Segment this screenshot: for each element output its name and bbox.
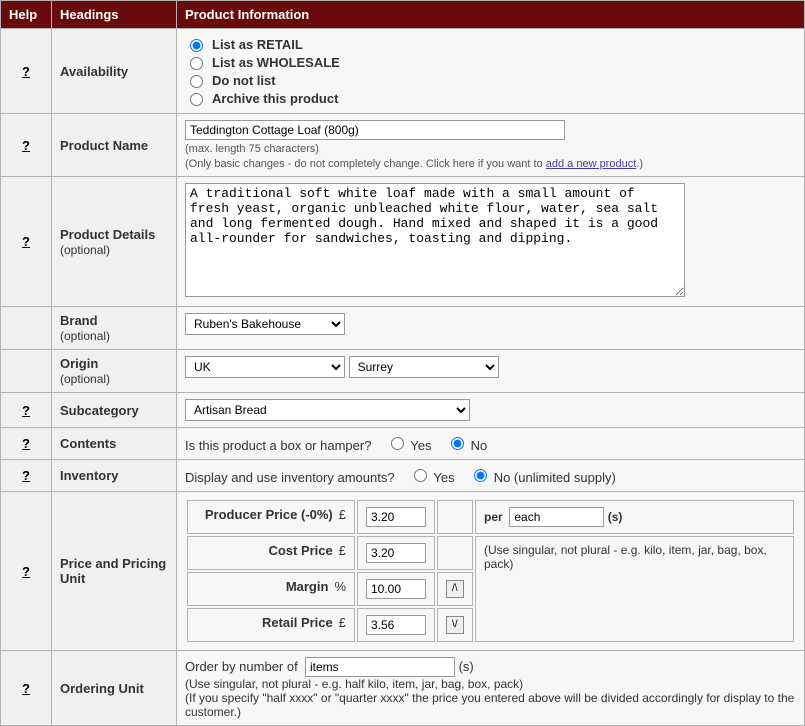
heading-availability: Availability [52,29,177,114]
producer-price-label: Producer Price (-0%) [205,507,333,522]
availability-archive-radio[interactable] [190,93,203,106]
heading-product-details: Product Details [60,227,155,242]
ordering-unit-input[interactable] [305,657,455,677]
currency-symbol: £ [333,615,346,630]
availability-donotlist-label: Do not list [212,73,276,88]
margin-label: Margin [286,579,329,594]
inventory-question: Display and use inventory amounts? [185,470,395,485]
currency-symbol: £ [333,507,346,522]
availability-retail-radio[interactable] [190,39,203,52]
retail-price-label: Retail Price [262,615,333,630]
per-suffix: (s) [608,510,623,524]
availability-wholesale-label: List as WHOLESALE [212,55,340,70]
cost-price-label: Cost Price [268,543,332,558]
product-name-input[interactable] [185,120,565,140]
contents-no-radio[interactable] [451,437,464,450]
heading-ordering: Ordering Unit [52,651,177,726]
brand-optional: (optional) [60,329,110,343]
contents-yes-radio[interactable] [391,437,404,450]
heading-brand: Brand [60,313,98,328]
contents-yes-label: Yes [410,438,431,453]
heading-product-name: Product Name [52,114,177,177]
ordering-order-by: Order by number of [185,659,298,674]
product-details-textarea[interactable] [185,183,685,297]
ordering-hint2: (If you specify "half xxxx" or "quarter … [185,691,796,719]
ordering-suffix: (s) [459,659,474,674]
heading-contents: Contents [52,428,177,460]
per-unit-input[interactable] [509,507,604,527]
heading-pricing: Price and Pricing Unit [52,492,177,651]
help-icon[interactable]: ? [22,564,30,579]
inventory-yes-label: Yes [433,470,454,485]
contents-question: Is this product a box or hamper? [185,438,371,453]
inventory-no-radio[interactable] [474,469,487,482]
margin-step-down-button[interactable]: \/ [446,616,464,634]
product-name-hint-basic: (Only basic changes - do not completely … [185,158,546,170]
help-icon[interactable]: ? [22,403,30,418]
heading-inventory: Inventory [52,460,177,492]
help-icon[interactable]: ? [22,468,30,483]
percent-symbol: % [328,579,346,594]
product-name-hint-max: (max. length 75 characters) [185,143,796,155]
per-hint: (Use singular, not plural - e.g. kilo, i… [475,536,794,642]
help-icon[interactable]: ? [22,138,30,153]
inventory-no-label: No (unlimited supply) [494,470,616,485]
margin-step-up-button[interactable]: /\ [446,580,464,598]
retail-price-input[interactable] [366,615,426,635]
availability-donotlist-radio[interactable] [190,75,203,88]
availability-retail-label: List as RETAIL [212,37,303,52]
cost-price-input[interactable] [366,543,426,563]
add-new-product-link[interactable]: add a new product [546,158,637,170]
help-icon[interactable]: ? [22,681,30,696]
availability-wholesale-radio[interactable] [190,57,203,70]
header-product-info: Product Information [177,1,805,29]
margin-input[interactable] [366,579,426,599]
subcategory-select[interactable]: Artisan Bread [185,399,470,421]
contents-no-label: No [471,438,488,453]
help-icon[interactable]: ? [22,234,30,249]
currency-symbol: £ [333,543,346,558]
header-headings: Headings [52,1,177,29]
per-label: per [484,510,503,524]
product-details-optional: (optional) [60,243,110,257]
availability-archive-label: Archive this product [212,91,338,106]
origin-country-select[interactable]: UK [185,356,345,378]
brand-select[interactable]: Ruben's Bakehouse [185,313,345,335]
product-name-hint-close: .) [636,158,643,170]
origin-region-select[interactable]: Surrey [349,356,499,378]
producer-price-input[interactable] [366,507,426,527]
inventory-yes-radio[interactable] [414,469,427,482]
help-icon[interactable]: ? [22,64,30,79]
header-help: Help [1,1,52,29]
help-icon[interactable]: ? [22,436,30,451]
origin-optional: (optional) [60,372,110,386]
heading-subcategory: Subcategory [52,393,177,428]
ordering-hint1: (Use singular, not plural - e.g. half ki… [185,677,796,691]
heading-origin: Origin [60,356,98,371]
